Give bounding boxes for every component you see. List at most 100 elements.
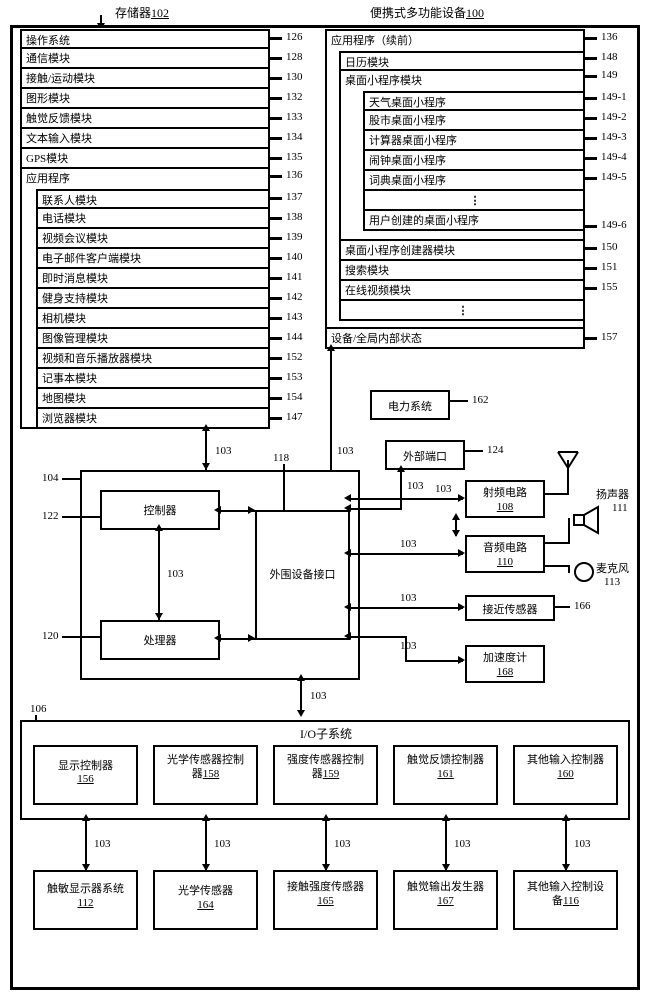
num-124: 124 <box>487 444 504 456</box>
num-103b: 103 <box>337 445 354 457</box>
row-search: 搜索模块 <box>339 261 585 281</box>
num-103-4: 103 <box>454 838 471 850</box>
num-149: 149 <box>601 69 618 81</box>
io-title: I/O子系统 <box>300 725 352 742</box>
num-1492: 149-2 <box>601 111 627 123</box>
antenna-icon <box>553 450 583 495</box>
num-137: 137 <box>286 191 303 203</box>
memory-stack: 操作系统 通信模块 接触/运动模块 图形模块 触觉反馈模块 文本输入模块 GPS… <box>20 29 270 429</box>
row-calendar: 日历模块 <box>339 51 585 71</box>
speaker-label: 扬声器 <box>596 486 629 502</box>
intensity-sensor: 接触强度传感器165 <box>273 870 378 930</box>
row-video-conf: 视频会议模块 <box>36 229 270 249</box>
num-103-2: 103 <box>214 838 231 850</box>
num-103h: 103 <box>400 640 417 652</box>
num-142: 142 <box>286 291 303 303</box>
num-111: 111 <box>612 502 628 514</box>
num-103c: 103 <box>167 568 184 580</box>
num-1494: 149-4 <box>601 151 627 163</box>
haptic-controller: 触觉反馈控制器161 <box>393 745 498 805</box>
num-135: 135 <box>286 151 303 163</box>
num-103d: 103 <box>407 480 424 492</box>
other-input-device: 其他输入控制设备116 <box>513 870 618 930</box>
row-ellipsis: ⋮ <box>363 191 585 211</box>
row-stocks: 股市桌面小程序 <box>363 111 585 131</box>
num-103i: 103 <box>310 690 327 702</box>
num-128: 128 <box>286 51 303 63</box>
row-im: 即时消息模块 <box>36 269 270 289</box>
accel-box: 加速度计168 <box>465 645 545 683</box>
row-fitness: 健身支持模块 <box>36 289 270 309</box>
row-contacts: 联系人模块 <box>36 189 270 209</box>
num-144: 144 <box>286 331 303 343</box>
row-camera: 相机模块 <box>36 309 270 329</box>
row-online-video: 在线视频模块 <box>339 281 585 301</box>
audio-box: 音频电路110 <box>465 535 545 573</box>
num-103g: 103 <box>400 592 417 604</box>
device-header: 便携式多功能设备100 <box>370 4 484 21</box>
num-143: 143 <box>286 311 303 323</box>
mic-label: 麦克风 <box>596 560 629 576</box>
row-graphics: 图形模块 <box>20 89 270 109</box>
other-controller: 其他输入控制器160 <box>513 745 618 805</box>
num-103a: 103 <box>215 445 232 457</box>
num-103f: 103 <box>400 538 417 550</box>
num-130: 130 <box>286 71 303 83</box>
row-ellipsis2: ⋮ <box>339 301 585 321</box>
num-113: 113 <box>604 576 620 588</box>
row-browser: 浏览器模块 <box>36 409 270 429</box>
num-1493: 149-3 <box>601 131 627 143</box>
peripherals-box: 外围设备接口 <box>255 510 350 640</box>
num-134: 134 <box>286 131 303 143</box>
row-user-widget: 用户创建的桌面小程序 <box>363 211 585 231</box>
proximity-box: 接近传感器 <box>465 595 555 621</box>
num-152: 152 <box>286 351 303 363</box>
num-103-3: 103 <box>334 838 351 850</box>
num-141: 141 <box>286 271 303 283</box>
row-widget-creator: 桌面小程序创建器模块 <box>339 241 585 261</box>
row-maps: 地图模块 <box>36 389 270 409</box>
num-136: 136 <box>286 169 303 181</box>
num-126: 126 <box>286 31 303 43</box>
num-138: 138 <box>286 211 303 223</box>
num-151: 151 <box>601 261 618 273</box>
device-stack: 应用程序（续前） 日历模块 桌面小程序模块 天气桌面小程序 股市桌面小程序 计算… <box>325 29 585 349</box>
num-103-1: 103 <box>94 838 111 850</box>
num-154: 154 <box>286 391 303 403</box>
num-133: 133 <box>286 111 303 123</box>
num-147: 147 <box>286 411 303 423</box>
num-1496: 149-6 <box>601 219 627 231</box>
num-162: 162 <box>472 394 489 406</box>
num-150: 150 <box>601 241 618 253</box>
num-104: 104 <box>42 472 59 484</box>
processor-box: 处理器 <box>100 620 220 660</box>
speaker-icon <box>572 505 608 535</box>
num-1495: 149-5 <box>601 171 627 183</box>
num-106: 106 <box>30 703 47 715</box>
row-notepad: 记事本模块 <box>36 369 270 389</box>
row-global-state: 设备/全局内部状态 <box>325 329 585 349</box>
row-contact-motion: 接触/运动模块 <box>20 69 270 89</box>
num-153: 153 <box>286 371 303 383</box>
row-email: 电子邮件客户端模块 <box>36 249 270 269</box>
row-media-player: 视频和音乐播放器模块 <box>36 349 270 369</box>
row-phone: 电话模块 <box>36 209 270 229</box>
rf-box: 射频电路108 <box>465 480 545 518</box>
row-widgets: 桌面小程序模块 天气桌面小程序 股市桌面小程序 计算器桌面小程序 闹钟桌面小程序… <box>339 71 585 241</box>
mic-icon <box>572 560 596 584</box>
row-os: 操作系统 <box>20 29 270 49</box>
num-157: 157 <box>601 331 618 343</box>
num-148: 148 <box>601 51 618 63</box>
optical-controller: 光学传感器控制器158 <box>153 745 258 805</box>
optical-sensor: 光学传感器164 <box>153 870 258 930</box>
intensity-controller: 强度传感器控制器159 <box>273 745 378 805</box>
touch-display: 触敏显示器系统112 <box>33 870 138 930</box>
num-166: 166 <box>574 600 591 612</box>
power-box: 电力系统 <box>370 390 450 420</box>
display-controller: 显示控制器156 <box>33 745 138 805</box>
row-gps: GPS模块 <box>20 149 270 169</box>
num-118: 118 <box>273 452 289 464</box>
num-120: 120 <box>42 630 59 642</box>
num-155: 155 <box>601 281 618 293</box>
row-haptic-fb: 触觉反馈模块 <box>20 109 270 129</box>
